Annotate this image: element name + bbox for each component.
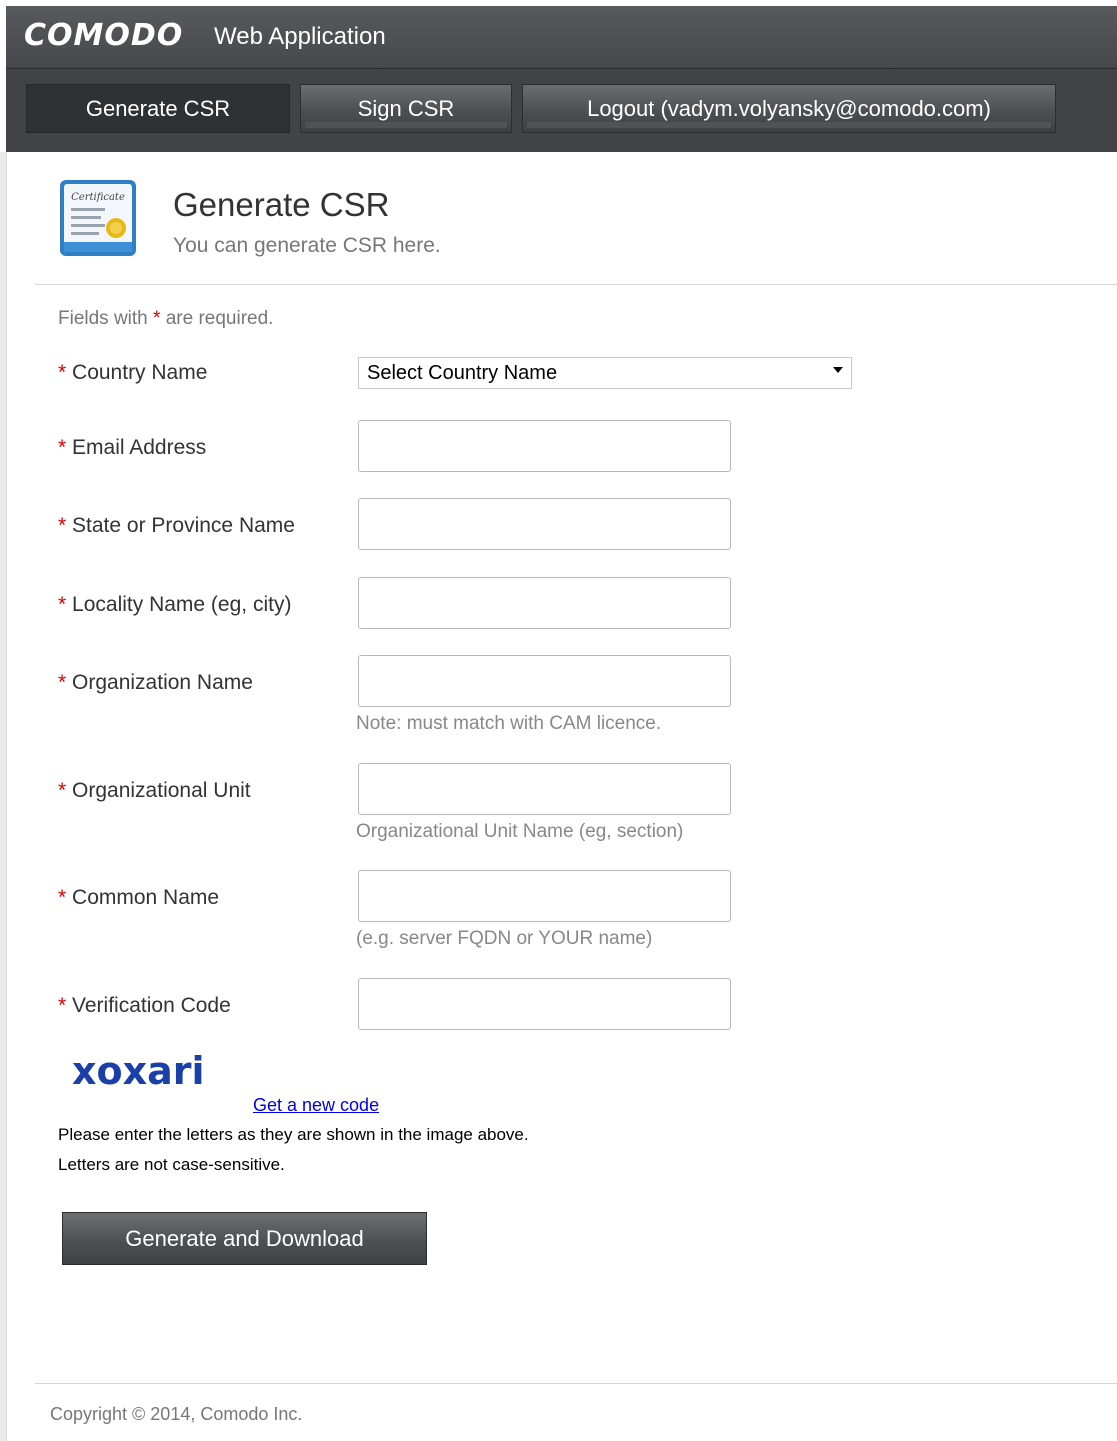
organization-hint: Note: must match with CAM licence. xyxy=(356,713,662,734)
nav-generate-csr-label: Generate CSR xyxy=(85,95,231,121)
email-label-text: Email Address xyxy=(72,436,207,459)
verification-label-text: Verification Code xyxy=(72,994,231,1017)
required-star: * xyxy=(58,994,67,1017)
locality-label-text: Locality Name (eg, city) xyxy=(72,593,292,616)
email-label: * Email Address xyxy=(58,436,206,460)
organization-label-text: Organization Name xyxy=(72,671,253,694)
nav-sign-csr-label: Sign CSR xyxy=(357,95,455,121)
generate-and-download-button[interactable]: Generate and Download xyxy=(62,1212,427,1265)
verification-code-field[interactable] xyxy=(358,978,731,1030)
certificate-icon: Certificate xyxy=(58,178,138,258)
nav-sign-csr-button[interactable]: Sign CSR xyxy=(300,84,512,133)
captcha-text: xoxari xyxy=(72,1049,205,1093)
required-star: * xyxy=(58,886,67,909)
brand-logo: COMODO xyxy=(24,18,184,53)
footer-divider xyxy=(35,1383,1117,1384)
get-new-code-link[interactable]: Get a new code xyxy=(253,1095,379,1116)
captcha-instructions: Please enter the letters as they are sho… xyxy=(58,1125,529,1144)
dropdown-arrow-icon xyxy=(833,367,843,373)
required-note-suffix: are required. xyxy=(160,308,274,329)
common-name-field[interactable] xyxy=(358,870,731,922)
required-star: * xyxy=(58,361,67,384)
required-star: * xyxy=(58,671,67,694)
svg-text:Certificate: Certificate xyxy=(71,192,125,203)
common-name-label: * Common Name xyxy=(58,886,219,910)
header-divider xyxy=(35,284,1117,285)
state-label: * State or Province Name xyxy=(58,514,295,538)
country-label-text: Country Name xyxy=(72,361,208,384)
left-border-strip xyxy=(0,152,7,1441)
nav-logout-button[interactable]: Logout (vadym.volyansky@comodo.com) xyxy=(522,84,1056,133)
captcha-case-note: Letters are not case-sensitive. xyxy=(58,1155,285,1174)
page-title: Generate CSR xyxy=(173,186,390,223)
required-star: * xyxy=(58,593,67,616)
nav-bar: Generate CSR Sign CSR Logout (vadym.voly… xyxy=(6,69,1117,152)
country-select-value: Select Country Name xyxy=(367,361,558,384)
common-name-label-text: Common Name xyxy=(72,886,220,909)
org-unit-label-text: Organizational Unit xyxy=(72,779,251,802)
verification-label: * Verification Code xyxy=(58,994,231,1018)
footer-copyright: Copyright © 2014, Comodo Inc. xyxy=(50,1404,303,1424)
email-field[interactable] xyxy=(358,420,731,472)
country-select[interactable]: Select Country Name xyxy=(358,357,852,389)
state-field[interactable] xyxy=(358,498,731,550)
required-note-prefix: Fields with xyxy=(58,308,154,329)
required-fields-note: Fields with * are required. xyxy=(58,308,273,330)
org-unit-hint: Organizational Unit Name (eg, section) xyxy=(356,821,684,842)
captcha-image: xoxari xyxy=(70,1040,230,1100)
organization-label: * Organization Name xyxy=(58,671,253,695)
locality-label: * Locality Name (eg, city) xyxy=(58,593,291,617)
nav-generate-csr-button[interactable]: Generate CSR xyxy=(26,84,290,133)
org-unit-label: * Organizational Unit xyxy=(58,779,251,803)
app-header: COMODO Web Application Generate CSR Sign… xyxy=(6,6,1117,152)
common-name-hint: (e.g. server FQDN or YOUR name) xyxy=(356,928,653,949)
org-unit-field[interactable] xyxy=(358,763,731,815)
nav-logout-label: Logout (vadym.volyansky@comodo.com) xyxy=(587,95,991,121)
required-star: * xyxy=(58,514,67,537)
button-shine xyxy=(305,122,507,128)
generate-and-download-label: Generate and Download xyxy=(125,1225,364,1251)
required-star: * xyxy=(58,779,67,802)
button-shine xyxy=(527,122,1051,128)
state-label-text: State or Province Name xyxy=(72,514,295,537)
title-bar: COMODO Web Application xyxy=(6,6,1117,69)
locality-field[interactable] xyxy=(358,577,731,629)
app-subtitle: Web Application xyxy=(214,23,386,50)
required-star: * xyxy=(58,436,67,459)
organization-field[interactable] xyxy=(358,655,731,707)
country-label: * Country Name xyxy=(58,361,207,385)
page-subtitle: You can generate CSR here. xyxy=(173,234,441,257)
